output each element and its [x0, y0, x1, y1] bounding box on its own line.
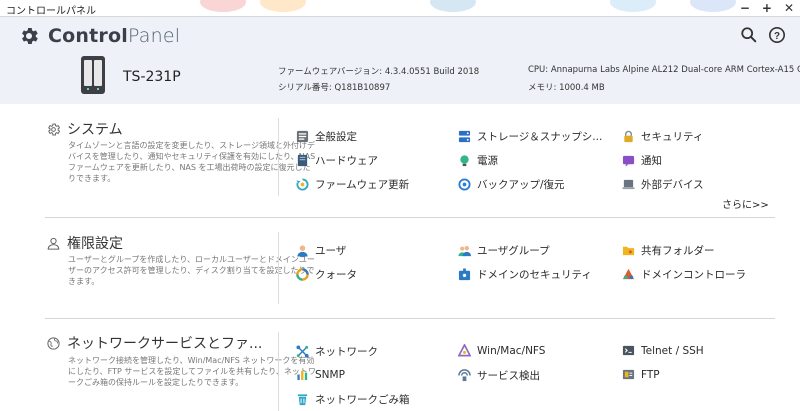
serial-info: シリアル番号: Q181B10897 [278, 83, 391, 93]
shared-folder-icon [622, 246, 635, 256]
hardware-item[interactable]: ハードウェア [296, 153, 378, 168]
background-blob [610, 0, 656, 12]
maximize-button[interactable]: + [762, 0, 772, 16]
help-icon[interactable]: ? [768, 26, 786, 44]
section-title: システム [67, 122, 123, 138]
divider [278, 232, 279, 304]
win-mac-nfs-item[interactable]: Win/Mac/NFS [458, 344, 545, 357]
privilege-section-header[interactable]: 権限設定 [46, 233, 123, 253]
general-settings-icon [296, 130, 309, 143]
domain-controller-icon [622, 268, 635, 280]
service-discovery-item[interactable]: サービス検出 [458, 368, 540, 383]
background-blob [200, 0, 246, 12]
section-separator [45, 318, 775, 319]
firmware-update-item[interactable]: ファームウェア更新 [296, 177, 409, 192]
globe-icon [47, 336, 60, 350]
more-link[interactable]: さらに>> [722, 196, 769, 211]
network-item[interactable]: ネットワーク [296, 344, 378, 359]
domain-controller-item[interactable]: ドメインコントローラ [622, 267, 746, 282]
divider [278, 332, 279, 411]
memory-info: メモリ: 1000.4 MB [528, 83, 605, 93]
general-settings-item[interactable]: 全般設定 [296, 129, 357, 144]
notification-icon [622, 155, 635, 167]
terminal-icon [622, 345, 635, 356]
users-item[interactable]: ユーザ [296, 243, 346, 258]
background-blob [430, 0, 476, 12]
storage-icon [458, 130, 471, 143]
section-title: ネットワークサービスとファ... [67, 336, 263, 352]
ftp-item[interactable]: FTP [622, 368, 660, 381]
user-outline-icon [47, 237, 60, 250]
divider [278, 118, 279, 196]
control-panel-header: ControlPanel ? TS-231P ファームウェアバージョン: 4.3… [0, 17, 800, 104]
service-discovery-icon [458, 369, 471, 382]
user-icon [297, 245, 308, 257]
quota-item[interactable]: クォータ [296, 267, 357, 282]
external-device-icon [622, 179, 635, 190]
cpu-info: CPU: Annapurna Labs Alpine AL212 Dual-co… [528, 65, 800, 75]
network-icon [296, 345, 309, 358]
network-section-header[interactable]: ネットワークサービスとファ... [46, 333, 262, 353]
storage-snapshots-item[interactable]: ストレージ＆スナップシ... [458, 129, 602, 144]
recycle-bin-icon [297, 394, 308, 406]
svg-text:?: ? [774, 31, 780, 42]
domain-security-item[interactable]: ドメインのセキュリティ [458, 267, 592, 282]
notification-item[interactable]: 通知 [622, 153, 662, 168]
user-group-icon [458, 245, 471, 257]
background-blob [260, 0, 306, 12]
backup-restore-item[interactable]: バックアップ/復元 [458, 177, 565, 192]
search-icon[interactable] [740, 26, 758, 44]
snmp-item[interactable]: SNMP [296, 368, 345, 381]
system-gear-icon [48, 123, 61, 135]
background-blob [690, 0, 736, 12]
section-title: 権限設定 [67, 236, 123, 252]
user-groups-item[interactable]: ユーザグループ [458, 243, 550, 258]
quota-icon [296, 268, 309, 281]
firmware-info: ファームウェアバージョン: 4.3.4.0551 Build 2018 [278, 67, 480, 77]
power-item[interactable]: 電源 [458, 153, 498, 168]
network-recycle-bin-item[interactable]: ネットワークごみ箱 [296, 392, 410, 407]
backup-icon [458, 178, 471, 191]
win-mac-nfs-icon [458, 344, 471, 357]
telnet-ssh-item[interactable]: Telnet / SSH [622, 344, 704, 357]
nas-device-icon [81, 56, 105, 94]
security-item[interactable]: セキュリティ [622, 129, 703, 144]
ftp-icon [622, 369, 635, 380]
hardware-icon [297, 154, 308, 167]
system-section-header[interactable]: システム [46, 119, 123, 139]
power-icon [460, 155, 469, 167]
window-titlebar: コントロールパネル − + ✕ [0, 0, 800, 17]
snmp-icon [297, 370, 308, 381]
domain-security-icon [458, 268, 471, 281]
section-separator [45, 217, 775, 218]
firmware-update-icon [296, 178, 309, 191]
external-device-item[interactable]: 外部デバイス [622, 177, 704, 192]
window-title: コントロールパネル [6, 6, 96, 17]
close-button[interactable]: ✕ [784, 0, 794, 16]
minimize-button[interactable]: − [740, 0, 750, 16]
shared-folders-item[interactable]: 共有フォルダー [622, 243, 715, 258]
brand: ControlPanel [18, 25, 180, 47]
brand-title: ControlPanel [48, 25, 181, 47]
gear-icon [22, 28, 38, 44]
nas-model: TS-231P [123, 69, 181, 85]
lock-icon [624, 130, 633, 143]
